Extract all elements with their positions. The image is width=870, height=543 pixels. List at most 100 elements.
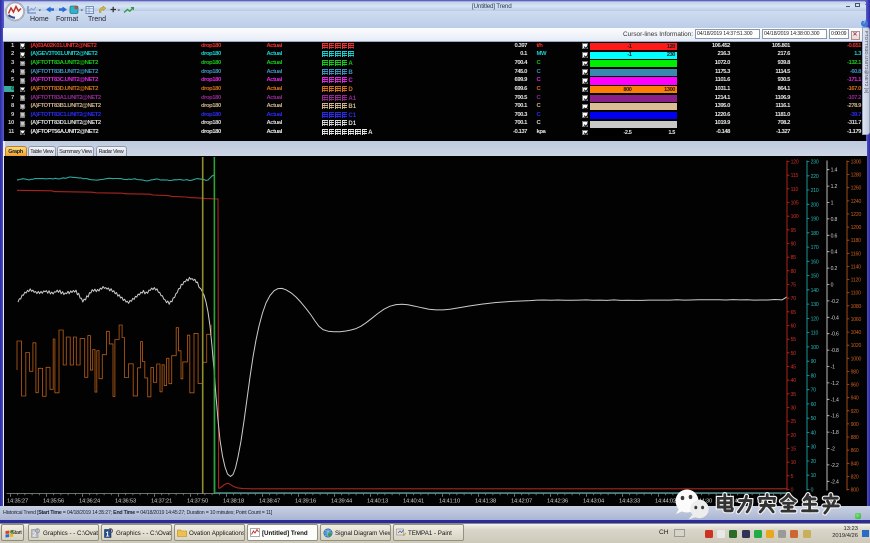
svg-text:14:35:56: 14:35:56 [43,499,64,505]
svg-text:960: 960 [851,383,859,389]
svg-text:210: 210 [811,188,819,194]
svg-text:80: 80 [791,269,797,275]
svg-text:120: 120 [811,316,819,322]
svg-text:70: 70 [811,388,817,394]
svg-text:-1.6: -1.6 [831,414,839,420]
svg-text:-1.2: -1.2 [831,381,839,387]
svg-text:1020: 1020 [851,343,862,349]
svg-text:1300: 1300 [851,160,862,166]
svg-text:55: 55 [791,337,797,343]
svg-text:-1.8: -1.8 [831,430,839,436]
svg-text:860: 860 [851,448,859,454]
svg-text:115: 115 [791,173,799,179]
svg-text:60: 60 [811,402,817,408]
svg-text:0: 0 [791,488,794,494]
svg-text:20: 20 [791,433,797,439]
svg-text:105: 105 [791,201,799,207]
svg-text:14:37:21: 14:37:21 [151,499,172,505]
svg-text:820: 820 [851,474,859,480]
svg-text:170: 170 [811,245,819,251]
svg-text:100: 100 [791,214,799,220]
svg-text:45: 45 [791,365,797,371]
svg-text:14:43:33: 14:43:33 [619,499,640,505]
svg-text:40: 40 [811,431,817,437]
svg-text:0: 0 [811,488,814,494]
svg-text:70: 70 [791,296,797,302]
svg-text:14:39:44: 14:39:44 [331,499,353,505]
svg-text:14:37:50: 14:37:50 [187,499,208,505]
svg-text:90: 90 [791,242,797,248]
svg-text:65: 65 [791,310,797,316]
svg-text:1180: 1180 [851,238,862,244]
svg-text:10: 10 [811,473,817,479]
svg-text:25: 25 [791,419,797,425]
svg-text:-0.6: -0.6 [831,332,839,338]
svg-text:15: 15 [791,447,797,453]
svg-text:14:41:10: 14:41:10 [439,499,460,505]
svg-text:120: 120 [791,160,799,166]
svg-text:0: 0 [831,283,834,289]
svg-text:0.4: 0.4 [831,250,838,256]
svg-text:5: 5 [791,474,794,480]
svg-text:1260: 1260 [851,186,862,192]
svg-text:14:41:38: 14:41:38 [475,499,496,505]
svg-text:-2.2: -2.2 [831,463,839,469]
svg-text:35: 35 [791,392,797,398]
svg-text:14:44:02: 14:44:02 [655,499,676,505]
svg-text:130: 130 [811,302,819,308]
svg-text:10: 10 [791,460,797,466]
svg-text:100: 100 [811,345,819,351]
svg-text:150: 150 [811,274,819,280]
svg-text:1160: 1160 [851,251,862,257]
svg-text:95: 95 [791,228,797,234]
svg-text:840: 840 [851,461,859,467]
svg-text:880: 880 [851,435,859,441]
svg-text:1100: 1100 [851,291,862,297]
svg-text:110: 110 [811,331,819,337]
svg-text:85: 85 [791,255,797,261]
svg-text:1200: 1200 [851,225,862,231]
svg-text:1000: 1000 [851,356,862,362]
svg-text:180: 180 [811,231,819,237]
svg-text:160: 160 [811,259,819,265]
svg-text:-0.4: -0.4 [831,315,839,321]
svg-text:1080: 1080 [851,304,862,310]
svg-text:200: 200 [811,202,819,208]
svg-text:140: 140 [811,288,819,294]
svg-text:1120: 1120 [851,278,862,284]
svg-text:14:43:04: 14:43:04 [583,499,605,505]
svg-text:1280: 1280 [851,173,862,179]
svg-text:-2.4: -2.4 [831,479,839,485]
svg-text:940: 940 [851,396,859,402]
svg-text:14:36:24: 14:36:24 [79,499,101,505]
svg-text:920: 920 [851,409,859,415]
svg-text:980: 980 [851,369,859,375]
svg-text:1.2: 1.2 [831,184,838,190]
svg-text:1040: 1040 [851,330,862,336]
svg-text:60: 60 [791,324,797,330]
svg-text:1240: 1240 [851,199,862,205]
svg-text:75: 75 [791,283,797,289]
svg-text:-2: -2 [831,447,835,453]
svg-text:-1: -1 [831,365,835,371]
svg-text:40: 40 [791,378,797,384]
svg-text:220: 220 [811,174,819,180]
svg-text:-0.2: -0.2 [831,299,839,305]
svg-text:800: 800 [851,488,859,494]
svg-text:1220: 1220 [851,212,862,218]
svg-text:80: 80 [811,373,817,379]
svg-text:-1.4: -1.4 [831,397,839,403]
svg-text:190: 190 [811,217,819,223]
svg-text:50: 50 [791,351,797,357]
svg-text:14:38:18: 14:38:18 [223,499,244,505]
svg-text:30: 30 [791,406,797,412]
svg-text:-0.8: -0.8 [831,348,839,354]
svg-text:14:40:41: 14:40:41 [403,499,424,505]
svg-text:230: 230 [811,160,819,166]
svg-text:90: 90 [811,359,817,365]
svg-text:1060: 1060 [851,317,862,323]
svg-text:30: 30 [811,445,817,451]
svg-text:1: 1 [831,201,834,207]
svg-text:0.2: 0.2 [831,266,838,272]
svg-text:14:38:47: 14:38:47 [259,499,280,505]
